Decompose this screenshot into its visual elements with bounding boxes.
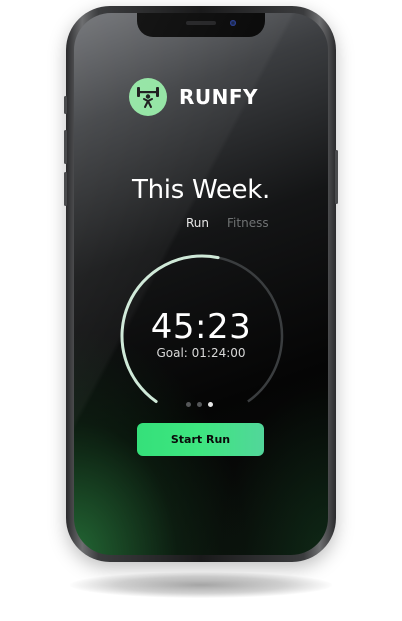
page-title: This Week. xyxy=(132,175,270,205)
earpiece-speaker xyxy=(186,21,216,25)
activity-tabs: Run Fitness xyxy=(186,216,269,230)
brand-header: RUNFY xyxy=(129,77,258,117)
phone-screen: RUNFY This Week. Run Fitness 45:23 Goal:… xyxy=(74,13,328,555)
start-run-button[interactable]: Start Run xyxy=(137,423,264,456)
tab-fitness[interactable]: Fitness xyxy=(227,216,269,230)
volume-down-button xyxy=(64,172,67,206)
mute-switch xyxy=(64,96,67,114)
volume-up-button xyxy=(64,130,67,164)
page-indicator xyxy=(186,402,213,407)
page-dot[interactable] xyxy=(208,402,213,407)
goal-label: Goal: 01:24:00 xyxy=(156,346,246,360)
mockup-stage: RUNFY This Week. Run Fitness 45:23 Goal:… xyxy=(0,0,402,621)
timer-value: 45:23 xyxy=(150,307,252,347)
logo xyxy=(129,78,167,116)
tab-run[interactable]: Run xyxy=(186,216,209,230)
power-button xyxy=(335,150,338,204)
page-dot[interactable] xyxy=(186,402,191,407)
front-camera xyxy=(230,20,236,26)
phone-shadow xyxy=(70,572,332,598)
dumbbell-person-icon xyxy=(137,87,159,108)
page-dot[interactable] xyxy=(197,402,202,407)
brand-name: RUNFY xyxy=(179,85,259,109)
notch xyxy=(137,13,265,37)
